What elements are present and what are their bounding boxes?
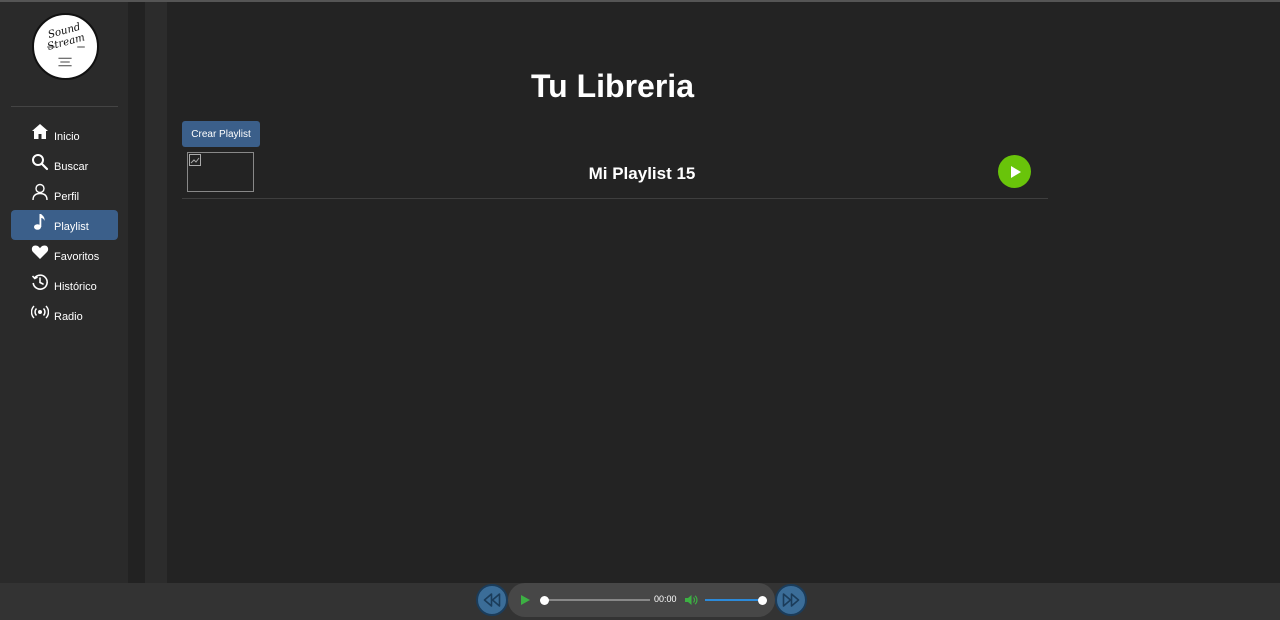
sidebar-item-inicio[interactable]: Inicio xyxy=(11,120,118,150)
content-gutter xyxy=(145,2,167,583)
history-icon xyxy=(31,273,49,291)
create-playlist-button[interactable]: Crear Playlist xyxy=(182,121,260,147)
volume-icon[interactable] xyxy=(684,593,698,607)
volume-knob[interactable] xyxy=(757,595,767,605)
time-display: 00:00 xyxy=(654,594,677,604)
sidebar-item-label: Radio xyxy=(54,311,83,323)
sidebar-item-label: Histórico xyxy=(54,281,97,293)
sidebar-item-historico[interactable]: Histórico xyxy=(11,270,118,300)
logo-graphic: Sound Stream xyxy=(46,21,86,67)
sidebar-item-favoritos[interactable]: Favoritos xyxy=(11,240,118,270)
sidebar-item-label: Inicio xyxy=(54,131,80,143)
page-title: Tu Libreria xyxy=(531,68,694,104)
sidebar-item-label: Perfil xyxy=(54,191,80,203)
sound-stream-logo[interactable]: Sound Stream xyxy=(32,13,99,80)
play-icon xyxy=(1010,165,1021,178)
sidebar-nav: Inicio Buscar Perfil Playlist Favoritos xyxy=(11,120,118,330)
fast-forward-button[interactable] xyxy=(775,584,807,616)
sidebar-item-perfil[interactable]: Perfil xyxy=(11,180,118,210)
play-icon[interactable] xyxy=(518,593,532,607)
home-icon xyxy=(31,123,49,141)
sidebar-item-label: Buscar xyxy=(54,161,89,173)
volume-slider[interactable] xyxy=(705,595,767,605)
rewind-button[interactable] xyxy=(476,584,508,616)
radio-icon xyxy=(31,303,49,321)
rewind-icon xyxy=(483,593,501,607)
library-main: Tu Libreria Crear Playlist Mi Playlist 1… xyxy=(167,2,1280,583)
audio-player: 00:00 xyxy=(0,583,1280,620)
sidebar-item-label: Playlist xyxy=(54,221,89,233)
sidebar-gutter xyxy=(128,2,145,583)
fast-forward-icon xyxy=(782,593,800,607)
progress-knob[interactable] xyxy=(539,595,549,605)
heart-icon xyxy=(31,243,49,261)
playlist-row[interactable]: Mi Playlist 15 xyxy=(182,150,1048,199)
user-icon xyxy=(31,183,49,201)
sidebar-divider xyxy=(11,106,118,107)
music-note-icon xyxy=(31,213,49,231)
sidebar-item-radio[interactable]: Radio xyxy=(11,300,118,330)
playlist-name: Mi Playlist 15 xyxy=(588,164,696,183)
player-controls: 00:00 xyxy=(508,583,775,617)
sidebar-item-label: Favoritos xyxy=(54,251,100,263)
sidebar-item-playlist[interactable]: Playlist xyxy=(11,210,118,240)
sidebar: Sound Stream Inicio Buscar Perfil Playli… xyxy=(0,2,128,583)
sidebar-item-buscar[interactable]: Buscar xyxy=(11,150,118,180)
progress-slider[interactable] xyxy=(539,595,650,605)
search-icon xyxy=(31,153,49,171)
play-playlist-button[interactable] xyxy=(998,155,1031,188)
